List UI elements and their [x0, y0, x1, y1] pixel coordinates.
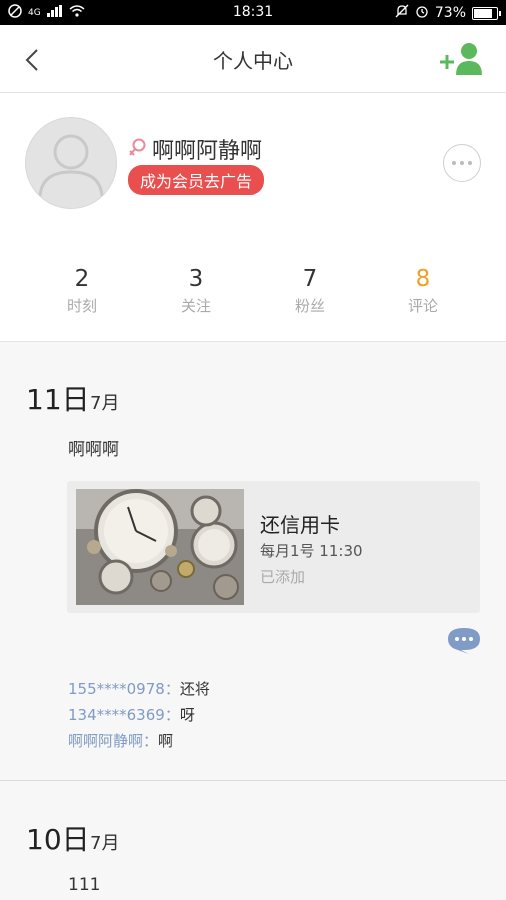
more-dot: [460, 161, 464, 165]
stat-value: 2: [74, 266, 90, 292]
card-image: [76, 489, 244, 605]
comment-user[interactable]: 155****0978: [68, 680, 165, 698]
comment-item: 155****0978：还将: [68, 676, 210, 702]
card-status: 已添加: [260, 568, 306, 586]
avatar[interactable]: [25, 117, 117, 209]
page-title: 个人中心: [213, 49, 293, 73]
more-button[interactable]: [443, 144, 481, 182]
comment-separator: ：: [143, 732, 159, 750]
timeline-day: 10日 7月 111: [0, 782, 506, 900]
more-dot: [452, 161, 456, 165]
stat-value: 8: [415, 266, 431, 292]
vip-badge[interactable]: 成为会员去广告: [128, 165, 265, 195]
add-user-icon: [440, 43, 482, 75]
comment-separator: ：: [164, 680, 180, 698]
comment-user[interactable]: 啊啊阿静啊: [68, 732, 143, 750]
stat-label: 关注: [180, 297, 211, 315]
profile-section: 啊啊阿静啊 成为会员去广告 2 时刻 3 关注 7 粉丝 8 评论: [0, 93, 506, 342]
card-schedule: 每月1号 11:30: [260, 542, 363, 560]
silent-bell-icon: [395, 4, 409, 22]
stat-value: 3: [188, 266, 204, 292]
alarm-icon: [415, 4, 429, 22]
default-avatar-icon: [38, 134, 104, 197]
clock-gears-image: [76, 489, 244, 605]
post-text: 啊啊啊: [68, 440, 119, 460]
reminder-card[interactable]: 还信用卡 每月1号 11:30 已添加: [67, 481, 480, 613]
battery-icon: [472, 6, 501, 20]
stats-bar: 2 时刻 3 关注 7 粉丝 8 评论: [0, 265, 506, 325]
date-month: 7月: [90, 393, 120, 414]
more-dot: [468, 161, 472, 165]
comment-separator: ：: [164, 706, 180, 724]
comment-bubble-icon: [448, 628, 480, 654]
card-title: 还信用卡: [260, 513, 340, 537]
date-month: 7月: [90, 833, 120, 854]
status-bar: 4G 18:31 73%: [0, 0, 506, 25]
comment-list: 155****0978：还将 134****6369：呀 啊啊阿静啊：啊: [68, 676, 210, 754]
battery-percent: 73%: [434, 5, 466, 21]
stat-label: 评论: [407, 297, 438, 315]
comment-text: 呀: [179, 706, 195, 724]
username: 啊啊阿静啊: [152, 139, 263, 164]
stat-comments[interactable]: 8 评论: [373, 265, 473, 316]
stat-moments[interactable]: 2 时刻: [32, 265, 132, 316]
date-day: 11日: [26, 383, 90, 416]
comment-text: 啊: [158, 732, 174, 750]
comment-item: 啊啊阿静啊：啊: [68, 728, 210, 754]
top-nav-bar: 个人中心: [0, 25, 506, 93]
comment-button[interactable]: [447, 627, 481, 655]
timeline-day: 11日 7月 啊啊啊 还信用卡 每月1号 11:30 已添加 155****09…: [0, 342, 506, 781]
stat-label: 时刻: [66, 297, 97, 315]
comment-text: 还将: [179, 680, 210, 698]
post-text: 111: [68, 875, 101, 895]
add-friend-button[interactable]: [438, 41, 484, 77]
date-day: 10日: [26, 823, 90, 856]
stat-following[interactable]: 3 关注: [146, 265, 246, 316]
comment-user[interactable]: 134****6369: [68, 706, 165, 724]
comment-item: 134****6369：呀: [68, 702, 210, 728]
stat-label: 粉丝: [294, 297, 325, 315]
stat-value: 7: [302, 266, 318, 292]
stat-followers[interactable]: 7 粉丝: [260, 265, 360, 316]
female-icon: [128, 137, 148, 163]
